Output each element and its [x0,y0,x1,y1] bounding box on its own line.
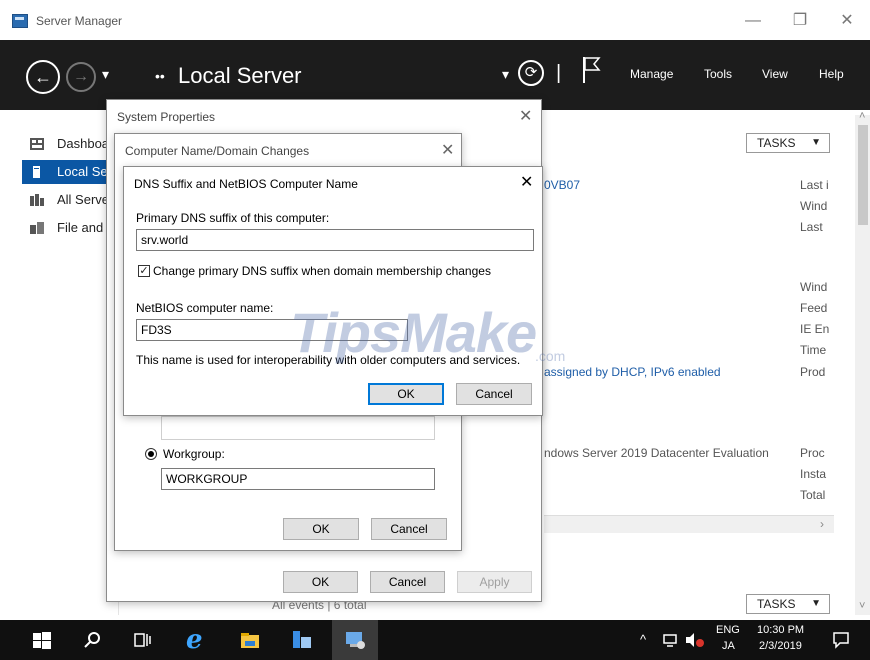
chevron-down-icon: ▼ [811,137,821,148]
scroll-down-icon[interactable]: ˅ [859,600,865,612]
right-col-3: Wind [800,280,828,294]
tasks-dropdown-top[interactable]: TASKS ▼ [746,133,830,153]
scroll-thumb[interactable] [858,125,868,225]
change-dns-label: Change primary DNS suffix when domain me… [153,264,491,278]
input-method-indicator[interactable]: JA [722,640,735,652]
forward-button[interactable]: → [66,62,96,92]
file-explorer-icon[interactable] [238,628,262,652]
servers-icon [30,194,44,206]
notifications-flag-icon[interactable] [580,55,602,85]
close-icon[interactable]: ✕ [520,172,533,192]
cancel-button[interactable]: Cancel [456,383,532,405]
volume-muted-icon[interactable] [684,632,706,648]
menu-tools[interactable]: Tools [704,67,732,81]
ok-button[interactable]: OK [283,518,359,540]
title-bar: Server Manager — ❐ ✕ [0,0,870,40]
right-col-8: Proc [800,446,825,460]
server-manager-icon [12,14,28,28]
watermark: TipsMake [290,301,537,364]
server-manager-taskbar-icon[interactable] [290,628,314,652]
primary-dns-label: Primary DNS suffix of this computer: [136,211,330,225]
change-dns-checkbox[interactable]: ✓ [138,265,150,277]
refresh-dropdown-icon[interactable]: ▾ [502,66,509,83]
tasks-dropdown-bottom[interactable]: TASKS ▼ [746,594,830,614]
sidebar-item-dashboard[interactable]: Dashboard [22,132,118,156]
dashboard-icon [30,138,44,150]
server-icon [33,166,40,178]
taskbar: e ^ ENG JA 10:30 PM 2/3/2019 [0,620,870,660]
search-icon[interactable] [80,628,104,652]
menu-manage[interactable]: Manage [630,67,673,81]
internet-explorer-icon[interactable]: e [186,627,210,653]
dialog-title: DNS Suffix and NetBIOS Computer Name [134,177,358,191]
breadcrumb-separator-icon: •• [155,68,165,84]
ok-button[interactable]: OK [368,383,444,405]
right-col-1: Wind [800,199,828,213]
back-button[interactable]: ← [26,60,60,94]
task-view-icon[interactable] [130,628,154,652]
restore-button[interactable]: ❐ [785,10,815,32]
clock-date[interactable]: 2/3/2019 [759,640,802,652]
close-icon[interactable]: ✕ [519,106,532,126]
tasks-label: TASKS [757,136,796,150]
active-app-highlight[interactable] [332,620,378,660]
close-icon[interactable]: ✕ [441,140,454,160]
clock-time[interactable]: 10:30 PM [757,624,804,636]
workgroup-input[interactable]: WORKGROUP [161,468,435,490]
network-icon[interactable] [662,632,680,648]
workgroup-radio[interactable] [145,448,157,460]
windows-start-icon[interactable] [30,628,54,652]
system-properties-taskbar-icon [346,632,365,649]
horizontal-scrollbar[interactable]: › [544,515,834,533]
minimize-button[interactable]: — [738,10,768,32]
right-col-7: Prod [800,365,826,379]
page-title: Local Server [178,63,302,88]
language-indicator[interactable]: ENG [716,624,740,636]
cancel-button[interactable]: Cancel [370,571,445,593]
sidebar-item-file-storage[interactable]: File and Storage Services [22,216,118,240]
sidebar-item-local-server[interactable]: Local Server [22,160,118,184]
ethernet-link[interactable]: assigned by DHCP, IPv6 enabled [544,365,721,379]
netbios-label: NetBIOS computer name: [136,301,274,315]
right-col-4: Feed [800,301,828,315]
header-separator: | [556,62,562,84]
file-storage-icon [30,222,44,234]
menu-help[interactable]: Help [819,67,844,81]
workgroup-label: Workgroup: [163,447,225,461]
dns-suffix-dialog: DNS Suffix and NetBIOS Computer Name ✕ P… [123,166,543,416]
action-center-icon[interactable] [832,631,850,649]
right-col-6: Time [800,343,827,357]
os-version-text: ndows Server 2019 Datacenter Evaluation [544,446,769,460]
right-col-10: Total [800,488,826,502]
sidebar-item-all-servers[interactable]: All Servers [22,188,118,212]
dialog-title: System Properties [117,110,216,124]
sidebar: Dashboard Local Server All Servers File … [22,120,118,610]
tray-overflow-icon[interactable]: ^ [640,632,646,647]
right-col-2: Last [800,220,823,234]
close-window-button[interactable]: ✕ [832,10,862,32]
scroll-right-icon[interactable]: › [820,517,824,531]
menu-view[interactable]: View [762,67,788,81]
watermark-suffix: .com [535,348,566,364]
right-col-9: Insta [800,467,827,481]
computer-name-link[interactable]: 0VB07 [544,178,580,192]
right-col-5: IE En [800,322,830,336]
cancel-button[interactable]: Cancel [371,518,447,540]
history-dropdown-icon[interactable]: ▾ [102,66,109,83]
dialog-title: Computer Name/Domain Changes [125,144,310,158]
ok-button[interactable]: OK [283,571,358,593]
refresh-icon[interactable]: ⟳ [518,60,544,86]
right-col-0: Last i [800,178,829,192]
apply-button[interactable]: Apply [457,571,532,593]
tasks-label: TASKS [757,597,796,611]
domain-field-disabled [161,416,435,440]
chevron-down-icon: ▼ [811,598,821,609]
window-title: Server Manager [36,14,123,28]
scroll-up-icon[interactable]: ˄ [859,110,865,122]
primary-dns-input[interactable]: srv.world [136,229,534,251]
